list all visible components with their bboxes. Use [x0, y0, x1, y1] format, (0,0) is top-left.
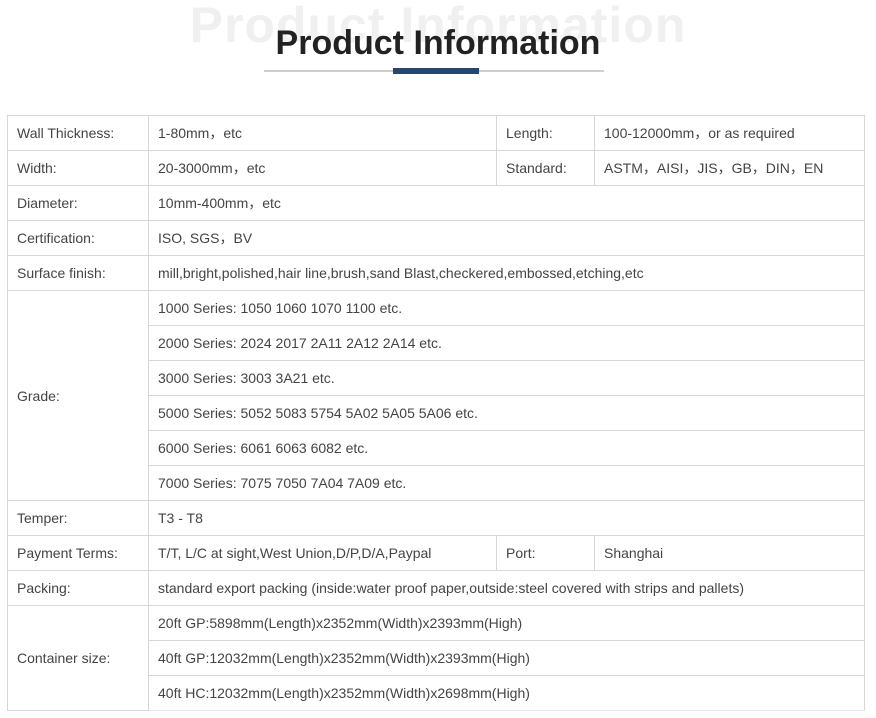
- spec-label-payment-terms: Payment Terms:: [7, 535, 149, 571]
- spec-label-port: Port:: [496, 535, 595, 571]
- spec-value-grade: 2000 Series: 2024 2017 2A11 2A12 2A14 et…: [148, 325, 865, 361]
- spec-value-width: 20-3000mm，etc: [148, 150, 497, 186]
- section-header: Product Information Product Information: [0, 0, 876, 110]
- spec-label-container-size: Container size:: [7, 605, 149, 711]
- table-row: Packing: standard export packing (inside…: [7, 570, 865, 606]
- spec-label-standard: Standard:: [496, 150, 595, 186]
- spec-value-grade: 5000 Series: 5052 5083 5754 5A02 5A05 5A…: [148, 395, 865, 431]
- spec-value-temper: T3 - T8: [148, 500, 865, 536]
- spec-value-wall-thickness: 1-80mm，etc: [148, 115, 497, 151]
- spec-value-container-size: 40ft HC:12032mm(Length)x2352mm(Width)x26…: [148, 675, 865, 711]
- spec-label-width: Width:: [7, 150, 149, 186]
- spec-value-grade: 7000 Series: 7075 7050 7A04 7A09 etc.: [148, 465, 865, 501]
- table-row: Diameter: 10mm-400mm，etc: [7, 185, 865, 221]
- spec-label-length: Length:: [496, 115, 595, 151]
- spec-value-certification: ISO, SGS，BV: [148, 220, 865, 256]
- spec-value-diameter: 10mm-400mm，etc: [148, 185, 865, 221]
- table-row: Payment Terms: T/T, L/C at sight,West Un…: [7, 535, 865, 571]
- spec-label-diameter: Diameter:: [7, 185, 149, 221]
- spec-label-temper: Temper:: [7, 500, 149, 536]
- table-row: Container size: 20ft GP:5898mm(Length)x2…: [7, 605, 865, 711]
- spec-value-surface-finish: mill,bright,polished,hair line,brush,san…: [148, 255, 865, 291]
- spec-label-grade: Grade:: [7, 290, 149, 501]
- table-row: Grade: 1000 Series: 1050 1060 1070 1100 …: [7, 290, 865, 501]
- spec-value-standard: ASTM，AISI，JIS，GB，DIN，EN: [594, 150, 865, 186]
- spec-value-packing: standard export packing (inside:water pr…: [148, 570, 865, 606]
- table-row: Certification: ISO, SGS，BV: [7, 220, 865, 256]
- title-accent-bar: [393, 68, 479, 74]
- page-title: Product Information: [275, 24, 601, 62]
- spec-value-length: 100-12000mm，or as required: [594, 115, 865, 151]
- spec-label-packing: Packing:: [7, 570, 149, 606]
- spec-value-container-size: 20ft GP:5898mm(Length)x2352mm(Width)x239…: [148, 605, 865, 641]
- spec-value-container-size: 40ft GP:12032mm(Length)x2352mm(Width)x23…: [148, 640, 865, 676]
- spec-value-port: Shanghai: [594, 535, 865, 571]
- spec-value-payment-terms: T/T, L/C at sight,West Union,D/P,D/A,Pay…: [148, 535, 497, 571]
- table-row: Wall Thickness: 1-80mm，etc Length: 100-1…: [7, 115, 865, 151]
- table-row: Surface finish: mill,bright,polished,hai…: [7, 255, 865, 291]
- spec-label-certification: Certification:: [7, 220, 149, 256]
- spec-value-grade: 6000 Series: 6061 6063 6082 etc.: [148, 430, 865, 466]
- spec-value-grade: 1000 Series: 1050 1060 1070 1100 etc.: [148, 290, 865, 326]
- product-spec-table: Wall Thickness: 1-80mm，etc Length: 100-1…: [7, 115, 865, 711]
- spec-label-wall-thickness: Wall Thickness:: [7, 115, 149, 151]
- spec-label-surface-finish: Surface finish:: [7, 255, 149, 291]
- table-row: Width: 20-3000mm，etc Standard: ASTM，AISI…: [7, 150, 865, 186]
- spec-value-grade: 3000 Series: 3003 3A21 etc.: [148, 360, 865, 396]
- table-row: Temper: T3 - T8: [7, 500, 865, 536]
